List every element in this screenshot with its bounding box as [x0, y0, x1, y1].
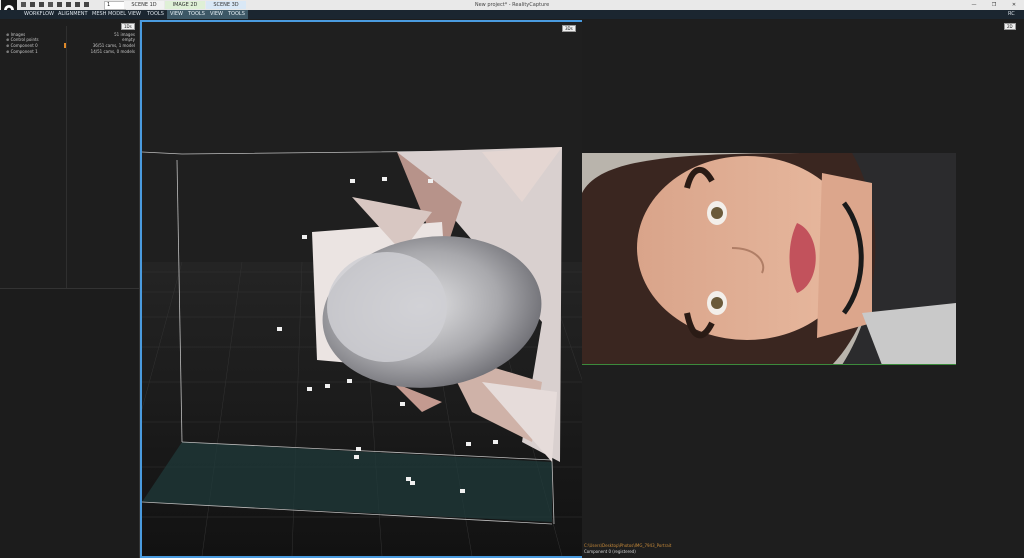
- tree-item-control-points[interactable]: ⊕ Control points: [6, 37, 39, 42]
- menu-2d-view[interactable]: VIEW: [167, 10, 186, 19]
- tree-item-label: Component 0: [10, 43, 38, 48]
- empty-panel: [0, 289, 140, 558]
- log-component-status: Component 0 (registered): [584, 549, 636, 554]
- menu-workflow[interactable]: WORKFLOW: [24, 10, 54, 19]
- menu-bar: WORKFLOW ALIGNMENT MESH MODEL VIEW TOOLS…: [0, 10, 1024, 19]
- panel-1d-badge[interactable]: 1Ds: [121, 23, 135, 30]
- menu-mesh-model[interactable]: MESH MODEL: [92, 10, 126, 19]
- menu-alignment[interactable]: ALIGNMENT: [58, 10, 88, 19]
- panel-2d-badge[interactable]: 2D: [1004, 23, 1016, 30]
- menu-view[interactable]: VIEW: [128, 10, 141, 19]
- tree-item-label: Control points: [10, 37, 39, 42]
- menu-3d-tools[interactable]: TOOLS: [225, 10, 248, 19]
- window-title: New project* - RealityCapture: [474, 2, 550, 8]
- title-bar: 1 SCENE 1D IMAGE 2D SCENE 3D New project…: [0, 0, 1024, 19]
- menu-3d-view[interactable]: VIEW: [207, 10, 226, 19]
- iris-top: [711, 207, 723, 219]
- tree-item-component-0[interactable]: ⊕ Component 0: [6, 43, 38, 48]
- minimize-button[interactable]: —: [968, 0, 980, 10]
- tree-column-divider: [66, 26, 67, 288]
- tree-item-value: 36/51 cams, 1 model: [92, 43, 135, 48]
- tree-item-component-1[interactable]: ⊕ Component 1: [6, 49, 38, 54]
- menu-tools[interactable]: TOOLS: [147, 10, 164, 19]
- tree-item-value: 14/51 cams, 0 models: [90, 49, 135, 54]
- tree-item-label: Component 1: [10, 49, 38, 54]
- log-image-path: C:\Users\Desktop\Photos\IMG_7943_Portrai…: [584, 543, 672, 548]
- restore-button[interactable]: ❐: [988, 0, 1000, 10]
- iris-bottom: [711, 297, 723, 309]
- scene-3d-panel[interactable]: 3Ds: [140, 20, 584, 558]
- scene-1d-panel: 1Ds ⊕ Images 51 images ⊕ Control points …: [0, 20, 140, 289]
- portrait-image: [582, 153, 956, 365]
- tree-item-value: empty: [122, 37, 135, 42]
- close-button[interactable]: ✕: [1008, 0, 1020, 10]
- active-marker: [64, 43, 66, 48]
- face-mesh: [327, 252, 447, 362]
- rc-badge: RC: [1008, 11, 1015, 17]
- menu-2d-tools[interactable]: TOOLS: [185, 10, 208, 19]
- scene-3d-viewport[interactable]: [142, 22, 582, 556]
- image-2d-panel[interactable]: 2D C:\Users\Desktop\Photos\IMG_7943_Port…: [582, 20, 1024, 558]
- image-bottom-border: [582, 364, 956, 365]
- panel-3d-badge[interactable]: 3Ds: [562, 25, 576, 32]
